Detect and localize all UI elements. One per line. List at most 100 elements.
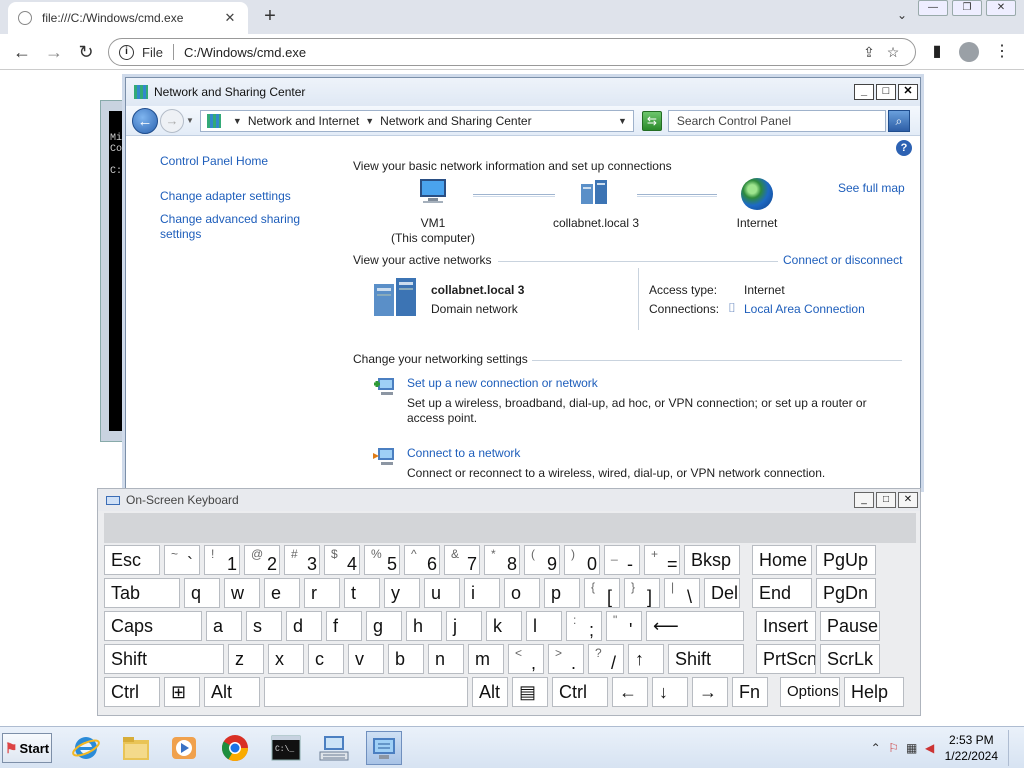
local-area-connection-link[interactable]: Local Area Connection	[744, 302, 865, 317]
breadcrumb-item[interactable]: Network and Sharing Center	[380, 114, 531, 128]
profile-avatar[interactable]	[957, 40, 981, 64]
close-tab-icon[interactable]: ✕	[222, 10, 238, 26]
show-hidden-icons-chevron-icon[interactable]: ⌃	[867, 741, 885, 755]
search-input[interactable]: Search Control Panel	[667, 109, 886, 132]
key-m[interactable]: m	[468, 644, 504, 674]
key-j[interactable]: j	[446, 611, 482, 641]
key-x[interactable]: x	[268, 644, 304, 674]
key-sym-2-12[interactable]: ⟵	[646, 611, 744, 641]
key-b[interactable]: b	[388, 644, 424, 674]
key-prtscn[interactable]: PrtScn	[756, 644, 816, 674]
browser-tab[interactable]: file:///C:/Windows/cmd.exe ✕	[8, 2, 248, 34]
key-g[interactable]: g	[366, 611, 402, 641]
key-caps[interactable]: Caps	[104, 611, 202, 641]
key-sym-3-9[interactable]: >.	[548, 644, 584, 674]
map-node-internet[interactable]: Internet	[716, 216, 798, 231]
breadcrumb[interactable]: ▼ Network and Internet ▼ Network and Sha…	[199, 109, 634, 132]
forward-arrow-icon[interactable]: →	[160, 108, 184, 133]
help-icon[interactable]: ?	[896, 140, 912, 156]
key-p[interactable]: p	[544, 578, 580, 608]
key-bksp[interactable]: Bksp	[684, 545, 740, 575]
setup-connection-link[interactable]: Set up a new connection or network	[407, 376, 598, 391]
key-v[interactable]: v	[348, 644, 384, 674]
key-scrlk[interactable]: ScrLk	[820, 644, 880, 674]
new-tab-button[interactable]: +	[260, 4, 280, 28]
key-3[interactable]: #3	[284, 545, 320, 575]
map-node-network[interactable]: collabnet.local 3	[536, 216, 656, 231]
menu-kebab-icon[interactable]: ⋮	[990, 40, 1014, 64]
bookmark-star-icon[interactable]: ☆	[881, 44, 905, 61]
key-t[interactable]: t	[344, 578, 380, 608]
command-prompt-icon[interactable]: C:\_	[268, 731, 304, 765]
key-sym-3-8[interactable]: <,	[508, 644, 544, 674]
key-sym-4-7[interactable]: ←	[612, 677, 648, 707]
forward-icon[interactable]: →	[42, 40, 66, 64]
chevron-down-icon[interactable]: ▼	[365, 116, 374, 126]
key-shift[interactable]: Shift	[104, 644, 224, 674]
key-e[interactable]: e	[264, 578, 300, 608]
minimize-icon[interactable]: —	[918, 0, 948, 16]
key-sym-4-1[interactable]: ⊞	[164, 677, 200, 707]
key-sym-1-12[interactable]: }]	[624, 578, 660, 608]
osk-titlebar[interactable]: On-Screen Keyboard _ □ ✕	[98, 489, 920, 511]
key-space[interactable]	[264, 677, 468, 707]
key-sym-1-11[interactable]: {[	[584, 578, 620, 608]
key-pgdn[interactable]: PgDn	[816, 578, 876, 608]
chevron-down-icon[interactable]: ▼	[233, 116, 242, 126]
key-sym-4-9[interactable]: →	[692, 677, 728, 707]
cmd-console[interactable]: Mi Co C:	[109, 111, 123, 431]
key-s[interactable]: s	[246, 611, 282, 641]
on-screen-keyboard-icon[interactable]	[316, 731, 352, 765]
close-button[interactable]: ✕	[898, 84, 918, 100]
network-tray-icon[interactable]: ▦	[903, 741, 921, 755]
chrome-icon[interactable]	[217, 731, 253, 765]
info-icon[interactable]: i	[119, 44, 134, 60]
map-node-computer[interactable]: VM1 (This computer)	[374, 216, 492, 246]
restore-icon[interactable]: ❐	[952, 0, 982, 16]
key-d[interactable]: d	[286, 611, 322, 641]
key-f[interactable]: f	[326, 611, 362, 641]
key-1[interactable]: ! 1	[204, 545, 240, 575]
key-sym-1-13[interactable]: | \	[664, 578, 700, 608]
key-help[interactable]: Help	[844, 677, 904, 707]
key-y[interactable]: y	[384, 578, 420, 608]
key-7[interactable]: & 7	[444, 545, 480, 575]
key-alt[interactable]: Alt	[472, 677, 508, 707]
key-sym-0-13[interactable]: + =	[644, 545, 680, 575]
key-sym-3-11[interactable]: ↑	[628, 644, 664, 674]
key-9[interactable]: (9	[524, 545, 560, 575]
key-sym-3-10[interactable]: ? /	[588, 644, 624, 674]
close-icon[interactable]: ✕	[986, 0, 1016, 16]
change-advanced-sharing-link[interactable]: Change advanced sharing settings	[160, 212, 320, 242]
address-bar[interactable]: i File C:/Windows/cmd.exe ⇪ ☆	[108, 38, 916, 66]
key-5[interactable]: % 5	[364, 545, 400, 575]
key-6[interactable]: ^ 6	[404, 545, 440, 575]
key-i[interactable]: i	[464, 578, 500, 608]
key-sym-0-12[interactable]: _ -	[604, 545, 640, 575]
back-icon[interactable]: ←	[10, 40, 34, 64]
change-adapter-settings-link[interactable]: Change adapter settings	[160, 189, 320, 204]
key-sym-4-8[interactable]: ↓	[652, 677, 688, 707]
control-panel-home-link[interactable]: Control Panel Home	[160, 154, 320, 169]
see-full-map-link[interactable]: See full map	[838, 181, 905, 196]
show-desktop-button[interactable]	[1008, 730, 1024, 766]
key-del[interactable]: Del	[704, 578, 740, 608]
media-player-icon[interactable]	[166, 731, 202, 765]
key-8[interactable]: * 8	[484, 545, 520, 575]
back-arrow-icon[interactable]: ←	[132, 107, 158, 134]
key-ctrl[interactable]: Ctrl	[104, 677, 160, 707]
url-text[interactable]: C:/Windows/cmd.exe	[184, 45, 857, 60]
key-u[interactable]: u	[424, 578, 460, 608]
minimize-button[interactable]: _	[854, 492, 874, 508]
start-button[interactable]: ⚑ Start	[2, 733, 52, 763]
key-fn[interactable]: Fn	[732, 677, 768, 707]
key-h[interactable]: h	[406, 611, 442, 641]
maximize-button[interactable]: □	[876, 492, 896, 508]
maximize-button[interactable]: □	[876, 84, 896, 100]
key-options[interactable]: Options	[780, 677, 840, 707]
key-z[interactable]: z	[228, 644, 264, 674]
key-4[interactable]: $4	[324, 545, 360, 575]
key-c[interactable]: c	[308, 644, 344, 674]
file-explorer-icon[interactable]	[118, 731, 154, 765]
volume-muted-icon[interactable]: ◀	[921, 741, 939, 755]
